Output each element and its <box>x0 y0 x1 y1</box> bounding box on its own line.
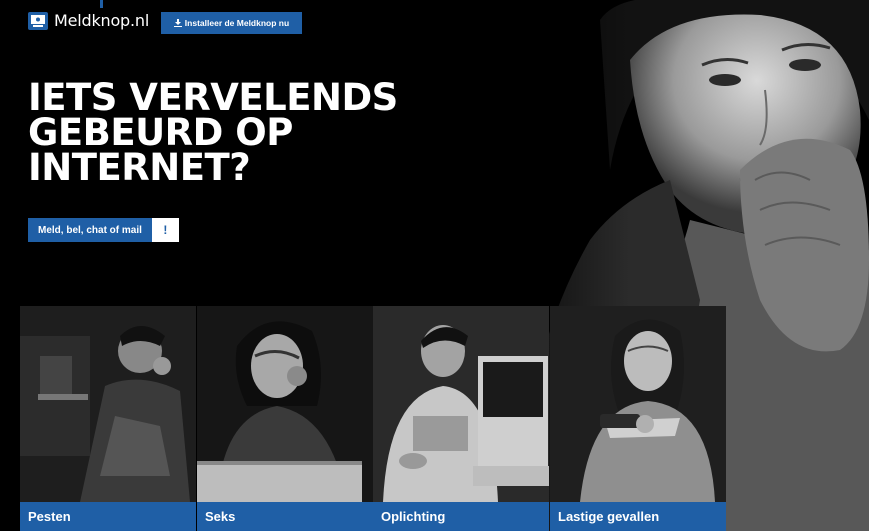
headline-line: GEBEURD OP <box>28 111 293 154</box>
category-tile-lastige-gevallen[interactable]: Lastige gevallen <box>550 306 726 531</box>
category-tile-oplichting[interactable]: Oplichting <box>373 306 549 531</box>
category-tile-pesten[interactable]: Pesten <box>20 306 196 531</box>
hero-headline: IETS VERVELENDS GEBEURD OP INTERNET? <box>28 76 448 189</box>
category-label: Seks <box>197 502 373 531</box>
install-button-label: Installeer de Meldknop nu <box>184 18 290 28</box>
category-label: Oplichting <box>373 502 549 531</box>
headline-line: IETS VERVELENDS <box>28 76 398 119</box>
seks-photo <box>197 306 373 502</box>
report-button[interactable]: Meld, bel, chat of mail <box>28 218 152 242</box>
alert-icon[interactable]: ! <box>151 218 179 242</box>
category-tile-seks[interactable]: Seks <box>197 306 373 531</box>
oplichting-photo <box>373 306 549 502</box>
headline-line: INTERNET? <box>28 146 251 189</box>
download-icon <box>173 19 182 27</box>
site-logo[interactable]: Meldknop.nl <box>28 11 149 30</box>
install-button[interactable]: Installeer de Meldknop nu <box>161 12 302 34</box>
category-label: Lastige gevallen <box>550 502 726 531</box>
site-name: Meldknop.nl <box>54 11 150 30</box>
meldknop-logo-icon <box>28 11 48 30</box>
page: Meldknop.nl Installeer de Meldknop nu IE… <box>0 0 869 531</box>
scroll-indicator <box>100 0 103 8</box>
category-label: Pesten <box>20 502 196 531</box>
report-cta[interactable]: Meld, bel, chat of mail ! <box>28 218 179 242</box>
pesten-photo <box>20 306 196 502</box>
lastige-gevallen-photo <box>550 306 726 502</box>
